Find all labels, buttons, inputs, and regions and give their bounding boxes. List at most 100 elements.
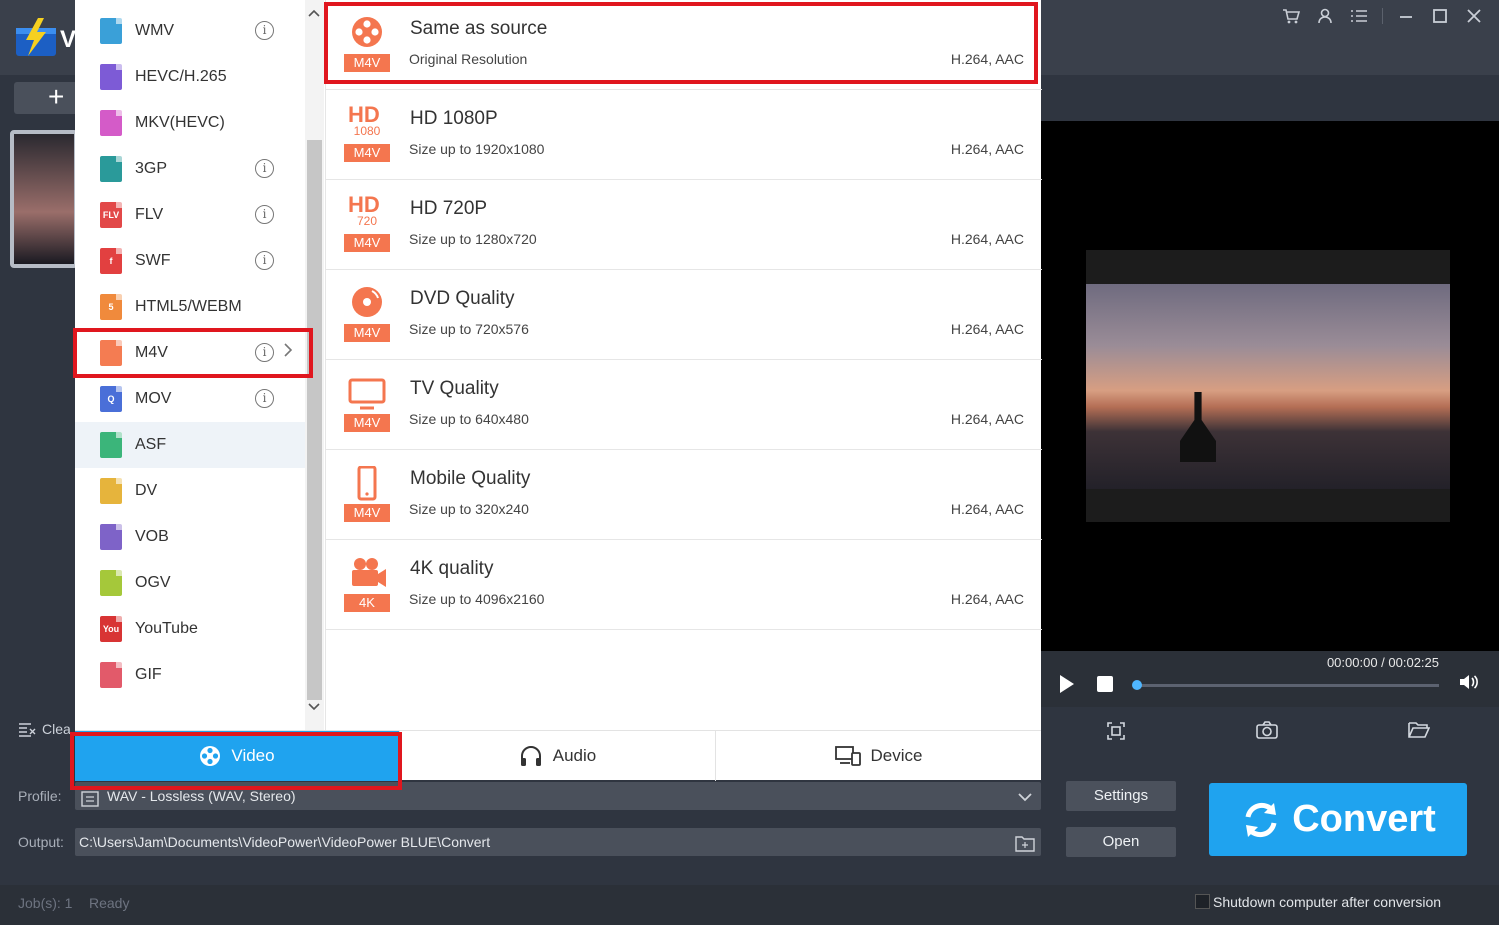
preset-item[interactable]: M4V DVD Quality Size up to 720x576 H.264… (326, 270, 1042, 360)
play-icon[interactable] (1060, 675, 1074, 693)
clear-icon[interactable] (18, 722, 36, 741)
cart-icon[interactable] (1280, 6, 1302, 26)
file-format-icon (100, 110, 122, 136)
stop-icon[interactable] (1097, 676, 1113, 692)
volume-icon[interactable] (1459, 673, 1479, 696)
format-item-swf[interactable]: f SWF i (75, 238, 305, 284)
user-icon[interactable] (1314, 6, 1336, 26)
tab-device-label: Device (870, 746, 923, 765)
format-item-wmv[interactable]: WMV i (75, 8, 305, 54)
format-item-vob[interactable]: VOB (75, 514, 305, 560)
crop-icon[interactable] (1106, 721, 1126, 746)
player-controls: 00:00:00 / 00:02:25 (1040, 651, 1499, 707)
shutdown-checkbox[interactable] (1195, 894, 1210, 909)
profile-icon (81, 788, 99, 816)
disc-icon: M4V (344, 286, 390, 342)
devices-icon (834, 746, 861, 766)
info-icon[interactable]: i (255, 159, 274, 178)
open-folder-icon[interactable] (1408, 721, 1431, 744)
refresh-icon (1245, 802, 1277, 837)
close-icon[interactable] (1463, 6, 1485, 26)
browse-folder-icon[interactable] (1015, 833, 1035, 861)
profile-label: Profile: (18, 788, 62, 804)
snapshot-icon[interactable] (1256, 721, 1278, 744)
preset-codec: H.264, AAC (950, 411, 1024, 427)
menu-icon[interactable] (1348, 6, 1370, 26)
chevron-down-icon[interactable] (1017, 784, 1033, 812)
format-item-3gp[interactable]: 3GP i (75, 146, 305, 192)
file-format-icon (100, 524, 122, 550)
format-item-flv[interactable]: FLV FLV i (75, 192, 305, 238)
headphones-icon (520, 746, 541, 766)
convert-button[interactable]: Convert (1209, 783, 1467, 856)
format-item-asf[interactable]: ASF (75, 422, 305, 468)
format-item-ogv[interactable]: OGV (75, 560, 305, 606)
preset-codec: H.264, AAC (950, 231, 1024, 247)
format-label: HTML5/WEBM (135, 298, 242, 315)
settings-button[interactable]: Settings (1066, 781, 1176, 811)
maximize-icon[interactable] (1429, 6, 1451, 26)
clear-button[interactable]: Clea (42, 721, 71, 737)
format-label: MKV(HEVC) (135, 114, 225, 131)
preset-item[interactable]: HD 720 M4V HD 720P Size up to 1280x720 H… (326, 180, 1042, 270)
separator (1382, 8, 1383, 24)
hd-icon: HD 1080 M4V (344, 102, 390, 162)
format-badge: 4K (344, 594, 390, 612)
file-format-icon (100, 478, 122, 504)
format-item-gif[interactable]: GIF (75, 652, 305, 698)
camera-icon: 4K (344, 556, 390, 612)
file-format-icon (100, 18, 122, 44)
add-files-button[interactable]: + (14, 82, 78, 114)
preset-resolution: Size up to 1280x720 (409, 231, 537, 247)
preset-title: HD 720P (410, 198, 488, 219)
tab-device[interactable]: Device (716, 731, 1041, 781)
format-badge: M4V (344, 324, 390, 342)
preset-title: Mobile Quality (410, 468, 531, 489)
tab-audio[interactable]: Audio (400, 731, 716, 781)
format-icon-glyph: f (109, 256, 113, 266)
seek-knob[interactable] (1132, 680, 1142, 690)
preset-item[interactable]: HD 1080 M4V HD 1080P Size up to 1920x108… (326, 90, 1042, 180)
format-item-mkv-hevc-[interactable]: MKV(HEVC) (75, 100, 305, 146)
format-label: DV (135, 482, 158, 499)
format-label: ASF (135, 436, 167, 453)
info-icon[interactable]: i (255, 389, 274, 408)
preset-title: TV Quality (410, 378, 499, 399)
format-label: FLV (135, 206, 164, 223)
minimize-icon[interactable] (1395, 6, 1417, 26)
open-button[interactable]: Open (1066, 827, 1176, 857)
preview-tools (1040, 707, 1499, 753)
scroll-up-icon[interactable] (308, 6, 320, 20)
resolution-text: 720 (356, 214, 378, 228)
scrollbar-thumb[interactable] (307, 140, 322, 700)
info-icon[interactable]: i (255, 205, 274, 224)
preset-codec: H.264, AAC (950, 141, 1024, 157)
format-item-hevc-h-265[interactable]: HEVC/H.265 (75, 54, 305, 100)
format-item-mov[interactable]: Q MOV i (75, 376, 305, 422)
format-label: 3GP (135, 160, 168, 177)
tab-audio-label: Audio (552, 746, 597, 765)
time-readout: 00:00:00 / 00:02:25 (1326, 655, 1439, 670)
info-icon[interactable]: i (255, 21, 274, 40)
highlight-same-as-source (324, 2, 1038, 84)
format-icon-glyph: 5 (108, 302, 114, 312)
format-label: VOB (135, 528, 169, 545)
preset-item[interactable]: 4K 4K quality Size up to 4096x2160 H.264… (326, 540, 1042, 630)
seek-bar[interactable] (1135, 684, 1439, 687)
preset-resolution: Size up to 720x576 (409, 321, 529, 337)
file-format-icon: 5 (100, 294, 122, 320)
video-thumbnail[interactable] (10, 130, 78, 268)
preset-item[interactable]: M4V TV Quality Size up to 640x480 H.264,… (326, 360, 1042, 450)
preset-title: DVD Quality (410, 288, 515, 309)
scroll-down-icon[interactable] (308, 700, 320, 714)
info-icon[interactable]: i (255, 251, 274, 270)
format-item-dv[interactable]: DV (75, 468, 305, 514)
output-path-field[interactable]: C:\Users\Jam\Documents\VideoPower\VideoP… (75, 828, 1041, 856)
preset-item[interactable]: M4V Mobile Quality Size up to 320x240 H.… (326, 450, 1042, 540)
file-format-icon: f (100, 248, 122, 274)
video-preview (1086, 250, 1450, 522)
format-item-html5-webm[interactable]: 5 HTML5/WEBM (75, 284, 305, 330)
format-item-youtube[interactable]: You YouTube (75, 606, 305, 652)
format-icon-glyph: You (102, 624, 120, 634)
output-path-value: C:\Users\Jam\Documents\VideoPower\VideoP… (79, 834, 491, 850)
